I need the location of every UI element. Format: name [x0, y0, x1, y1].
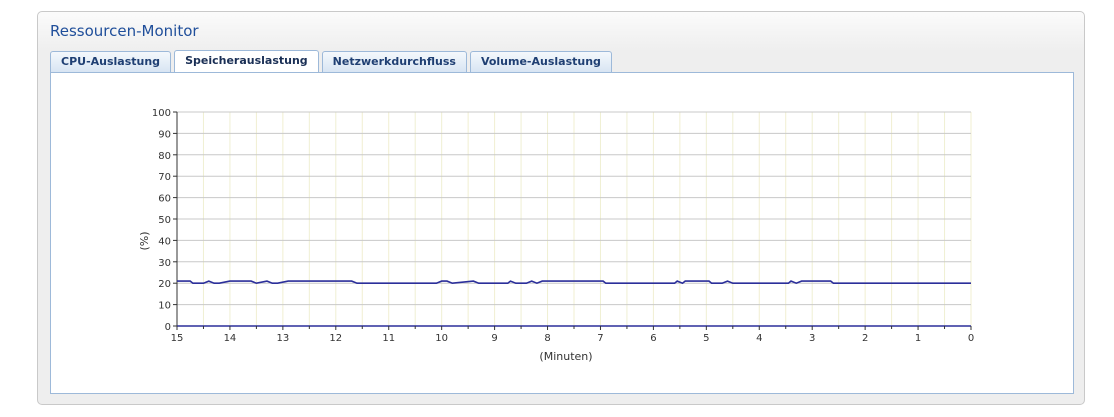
x-tick-label: 14: [224, 333, 237, 344]
tab-network-throughput[interactable]: Netzwerkdurchfluss: [321, 51, 467, 72]
y-tick-label: 30: [158, 258, 171, 269]
y-tick-label: 80: [158, 151, 171, 162]
x-tick-label: 1: [915, 333, 921, 344]
x-tick-label: 10: [435, 333, 448, 344]
chart-container: 0 10 20 30 40 50 60 70 80 90 100 15 14 13 12 11 10 9 8 7 6 5 4…: [50, 72, 1074, 394]
x-tick-label: 13: [276, 333, 289, 344]
tab-bar: CPU-Auslastung Speicherauslastung Netzwe…: [50, 50, 612, 72]
y-tick-label: 100: [152, 108, 171, 119]
x-tick-label: 3: [809, 333, 815, 344]
y-tick-label: 20: [158, 279, 171, 290]
tab-volume-usage[interactable]: Volume-Auslastung: [469, 51, 612, 72]
y-tick-label: 50: [158, 215, 171, 226]
x-tick-label: 9: [491, 333, 497, 344]
x-axis-label: (Minuten): [539, 350, 592, 363]
x-tick-label: 4: [756, 333, 762, 344]
y-tick-label: 70: [158, 172, 171, 183]
resource-monitor-panel: Ressourcen-Monitor CPU-Auslastung Speich…: [37, 11, 1085, 405]
x-tick-label: 12: [329, 333, 342, 344]
x-tick-label: 7: [597, 333, 603, 344]
y-tick-label: 60: [158, 194, 171, 205]
memory-usage-chart: 010203040506070809010015 14 13 12 11 10 9 8 7 6 5 4…: [138, 108, 974, 363]
x-tick-label: 15: [171, 333, 184, 344]
y-axis-label: (%): [138, 231, 151, 250]
x-tick-label: 6: [650, 333, 656, 344]
x-tick-label: 8: [544, 333, 550, 344]
tab-cpu-usage[interactable]: CPU-Auslastung: [50, 51, 172, 72]
y-tick-label: 40: [158, 236, 171, 247]
x-tick-label: 0: [968, 333, 974, 344]
panel-title: Ressourcen-Monitor: [50, 22, 199, 40]
x-tick-label: 11: [382, 333, 395, 344]
tab-memory-usage[interactable]: Speicherauslastung: [174, 50, 319, 72]
x-tick-label: 5: [703, 333, 709, 344]
y-tick-label: 90: [158, 129, 171, 140]
y-tick-label: 0: [165, 322, 171, 333]
x-tick-label: 2: [862, 333, 868, 344]
y-tick-label: 10: [158, 301, 171, 312]
